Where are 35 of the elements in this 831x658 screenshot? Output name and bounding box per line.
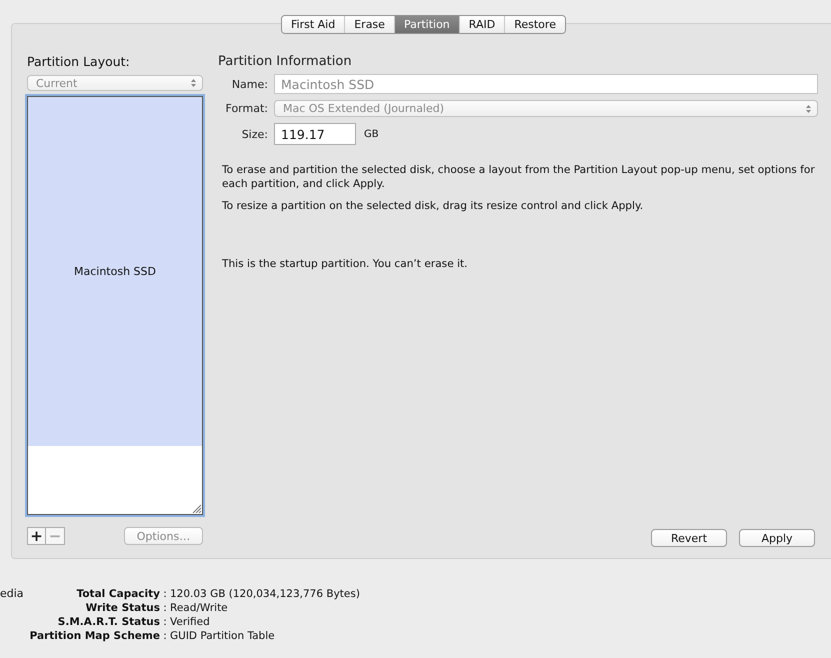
info-text: To erase and partition the selected disk, choose a layout from the Partition Layout pop-up menu, set options for each partition, and click Apply. xyxy=(222,163,816,191)
tab[interactable]: Erase xyxy=(344,16,394,33)
detail-separator: : xyxy=(162,615,168,629)
resize-grip-icon[interactable] xyxy=(192,504,201,513)
tab[interactable]: RAID xyxy=(458,16,504,33)
action-button[interactable]: Apply xyxy=(739,529,815,547)
unit-label: GB xyxy=(364,128,379,140)
detail-label: Partition Map Scheme xyxy=(30,629,160,643)
detail-value: 120.03 GB (120,034,123,776 Bytes) xyxy=(170,587,360,601)
detail-value: GUID Partition Table xyxy=(170,629,276,643)
info-text: To resize a partition on the selected disk, drag its resize control and click Apply. xyxy=(222,199,644,213)
add-button[interactable]: + xyxy=(27,527,46,545)
detail-label: Total Capacity xyxy=(76,587,160,601)
detail-separator: : xyxy=(162,587,168,601)
section-title: Partition Information xyxy=(218,54,353,69)
side-label: edia xyxy=(0,587,24,600)
detail-value: Verified xyxy=(170,615,211,629)
tab[interactable]: First Aid xyxy=(282,16,344,33)
section-title: Partition Layout: xyxy=(27,54,131,69)
partition-block[interactable]: Macintosh SSD xyxy=(28,97,202,446)
action-button[interactable]: Revert xyxy=(651,529,727,547)
tab[interactable]: Partition xyxy=(394,16,459,33)
field-label: Name: xyxy=(230,78,268,90)
info-text: This is the startup partition. You can’t erase it. xyxy=(222,257,469,271)
updown-arrows-icon xyxy=(806,104,811,112)
updown-arrows-icon xyxy=(191,79,196,87)
detail-separator: : xyxy=(162,629,168,643)
field-label: Format: xyxy=(224,102,268,115)
detail-value: Read/Write xyxy=(170,601,229,615)
detail-label: Write Status xyxy=(86,601,160,615)
field-label: Size: xyxy=(240,128,268,140)
tab[interactable]: Restore xyxy=(504,16,565,33)
detail-label: S.M.A.R.T. Status xyxy=(58,615,160,629)
size-field[interactable]: 119.17 xyxy=(274,123,356,145)
detail-separator: : xyxy=(162,601,168,615)
